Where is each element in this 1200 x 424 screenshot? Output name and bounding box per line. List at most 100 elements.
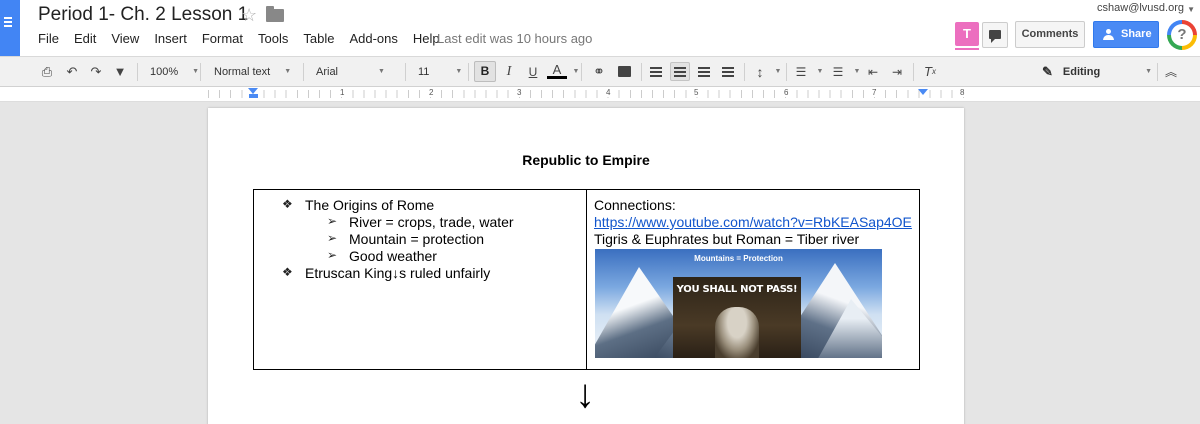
meme-text: YOU SHALL NOT PASS! [676,284,798,295]
menu-help[interactable]: Help [413,31,440,46]
ruler-number: 2 [428,88,435,97]
help-icon[interactable] [1167,20,1197,50]
ruler-number: 3 [516,88,523,97]
list-item[interactable]: River = crops, trade, water [349,214,514,231]
font-size-select[interactable]: 11 ▼ [418,57,462,86]
zoom-select[interactable]: 100% ▼ [150,57,199,86]
document-title[interactable]: Period 1- Ch. 2 Lesson 1 [38,4,248,26]
list-item[interactable]: Good weather [349,248,437,265]
meme-image[interactable]: Mountains = Protection YOU SHALL NOT PAS… [595,249,882,358]
account-dropdown-icon[interactable]: ▼ [1187,5,1195,14]
menu-table[interactable]: Table [303,31,334,46]
align-right-icon[interactable] [694,62,714,81]
text-color-button[interactable]: A [547,62,567,79]
ruler-number: 5 [693,88,700,97]
document-page[interactable]: Republic to Empire ❖ The Origins of Rome… [208,108,964,424]
collapse-menu-icon[interactable]: ︽ [1161,62,1181,81]
italic-button[interactable]: I [499,62,519,81]
bold-button[interactable]: B [474,61,496,82]
numbered-list-icon[interactable]: ☰ [791,62,811,81]
ruler-number: 6 [783,88,790,97]
last-edit-status[interactable]: Last edit was 10 hours ago [437,31,592,46]
user-email[interactable]: cshaw@lvusd.org [1097,2,1184,14]
menu-view[interactable]: View [111,31,139,46]
align-center-icon[interactable] [670,62,690,81]
link-icon[interactable]: ⚭ [589,62,609,81]
ruler-number: 4 [605,88,612,97]
diamond-bullet-icon: ❖ [282,197,293,211]
bulleted-list-icon[interactable]: ☰ [828,62,848,81]
menu-tools[interactable]: Tools [258,31,288,46]
folder-icon[interactable] [266,6,284,22]
redo-icon[interactable]: ↷ [86,62,106,81]
arrow-bullet-icon: ➢ [327,231,338,245]
chevron-down-icon[interactable]: ▼ [810,62,830,81]
comments-button[interactable]: Comments [1015,21,1085,48]
wizard-panel: YOU SHALL NOT PASS! [673,277,801,358]
align-left-icon[interactable] [646,62,666,81]
collaborator-avatar[interactable]: T [955,22,979,50]
star-icon[interactable]: ☆ [241,5,257,26]
underline-button[interactable]: U [523,62,543,81]
menu-format[interactable]: Format [202,31,243,46]
youtube-link[interactable]: https://www.youtube.com/watch?v=RbKEASap… [594,214,912,231]
increase-indent-icon[interactable]: ⇥ [887,62,907,81]
line-spacing-icon[interactable]: ↕ [750,62,770,81]
chevron-down-icon: ▼ [192,68,200,75]
docs-home-icon[interactable] [0,0,20,56]
chat-button[interactable] [982,22,1008,48]
undo-icon[interactable]: ↶ [62,62,82,81]
down-arrow[interactable]: ↓ [575,374,595,414]
left-indent-marker[interactable] [249,94,258,98]
ruler-ticks [208,90,964,98]
menu-edit[interactable]: Edit [74,31,96,46]
editing-mode-value: Editing [1062,65,1101,78]
connection-note[interactable]: Tigris & Euphrates but Roman = Tiber riv… [594,231,859,248]
chevron-down-icon: ▼ [455,68,463,75]
paint-format-icon[interactable]: ▼ [110,62,130,81]
clear-formatting-icon[interactable]: Tx [920,62,940,81]
menu-file[interactable]: File [38,31,59,46]
chevron-down-icon: ▼ [1145,68,1152,75]
ruler-number: 1 [339,88,346,97]
table-cell-notes[interactable]: ❖ The Origins of Rome ➢ River = crops, t… [254,190,587,369]
image-caption: Mountains = Protection [694,254,783,263]
pencil-icon: ✎ [1042,63,1053,79]
justify-icon[interactable] [718,62,738,81]
app-header: Period 1- Ch. 2 Lesson 1 ☆ File Edit Vie… [0,0,1200,56]
document-heading[interactable]: Republic to Empire [208,152,964,168]
toolbar: ⎙ ↶ ↷ ▼ 100% ▼ Normal text ▼ Arial ▼ 11 … [0,56,1200,87]
print-icon[interactable]: ⎙ [37,62,57,81]
person-icon [1103,29,1114,40]
share-label: Share [1121,28,1152,40]
zoom-value: 100% [150,65,179,78]
chevron-down-icon: ▼ [284,68,292,75]
chevron-down-icon[interactable]: ▼ [768,62,788,81]
menu-insert[interactable]: Insert [154,31,187,46]
wizard-figure [715,307,759,358]
menu-bar: File Edit View Insert Format Tools Table… [38,31,455,46]
font-value: Arial [316,65,339,78]
style-select[interactable]: Normal text ▼ [214,57,291,86]
comment-icon[interactable] [614,62,634,81]
share-button[interactable]: Share [1093,21,1159,48]
chevron-down-icon[interactable]: ▼ [566,62,586,81]
editing-mode-select[interactable]: ✎ Editing ▼ [1042,57,1152,86]
font-size-value: 11 [418,65,430,78]
diamond-bullet-icon: ❖ [282,265,293,279]
font-select[interactable]: Arial ▼ [316,57,385,86]
list-item[interactable]: Mountain = protection [349,231,484,248]
menu-add-ons[interactable]: Add-ons [349,31,397,46]
decrease-indent-icon[interactable]: ⇤ [863,62,883,81]
arrow-bullet-icon: ➢ [327,248,338,262]
ruler-number: 8 [959,88,966,97]
connections-label[interactable]: Connections: [594,197,676,214]
style-value: Normal text [214,65,271,78]
table-cell-connections[interactable]: Connections: https://www.youtube.com/wat… [587,190,919,369]
content-table: ❖ The Origins of Rome ➢ River = crops, t… [253,189,920,370]
list-item[interactable]: The Origins of Rome [305,197,434,214]
chevron-down-icon: ▼ [378,68,385,75]
list-item[interactable]: Etruscan King↓s ruled unfairly [305,265,490,282]
arrow-bullet-icon: ➢ [327,214,338,228]
ruler[interactable]: 1 2 3 4 5 6 7 8 [0,87,1200,102]
